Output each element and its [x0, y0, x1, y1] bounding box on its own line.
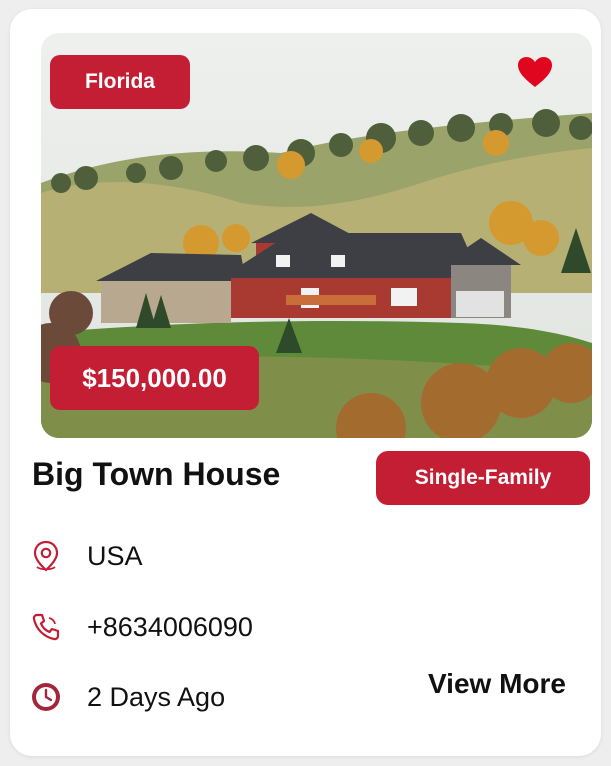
clock-icon: [30, 681, 62, 713]
posted-time-text: 2 Days Ago: [87, 681, 226, 712]
view-more-link[interactable]: View More: [428, 668, 566, 700]
price-badge: $150,000.00: [50, 346, 259, 410]
location-row: USA: [30, 540, 143, 572]
phone-icon[interactable]: [30, 611, 62, 643]
property-type-badge[interactable]: Single-Family: [376, 451, 590, 505]
state-badge[interactable]: Florida: [50, 55, 190, 109]
location-text: USA: [87, 540, 143, 571]
posted-time-row: 2 Days Ago: [30, 681, 225, 713]
phone-row: +8634006090: [30, 611, 253, 643]
property-card: Florida $150,000.00 Big Town House Singl…: [10, 9, 601, 756]
favorite-button[interactable]: [516, 55, 554, 89]
map-pin-icon: [30, 540, 62, 572]
phone-text[interactable]: +8634006090: [87, 612, 253, 643]
listing-title[interactable]: Big Town House: [32, 456, 280, 493]
heart-icon: [518, 57, 552, 87]
